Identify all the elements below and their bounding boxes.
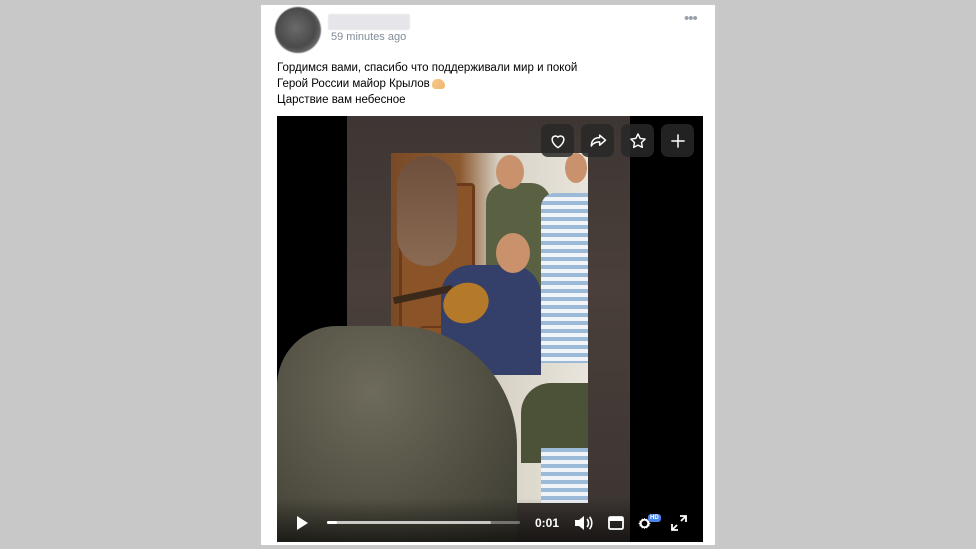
more-options-icon[interactable]: •••	[684, 11, 698, 26]
volume-icon[interactable]	[574, 515, 594, 531]
soldier-head-right	[565, 153, 587, 183]
share-icon	[590, 133, 606, 147]
add-button[interactable]	[661, 124, 694, 157]
share-button[interactable]	[581, 124, 614, 157]
officer-head	[496, 233, 530, 273]
avatar[interactable]	[275, 7, 321, 53]
hd-badge: HD	[648, 514, 661, 522]
star-icon	[629, 132, 646, 148]
progress-played	[327, 521, 337, 524]
fullscreen-icon[interactable]	[671, 515, 687, 531]
progress-bar[interactable]	[327, 521, 520, 524]
post-time[interactable]: 59 minutes ago	[331, 31, 406, 43]
post-text-line-1: Гордимся вами, спасибо что поддерживали …	[277, 62, 578, 74]
flexed-biceps-icon	[431, 78, 445, 89]
video-player[interactable]: 0:01 HD	[277, 116, 703, 542]
post-text-line-2-label: Герой России майор Крылов	[277, 78, 430, 90]
like-button[interactable]	[541, 124, 574, 157]
play-icon[interactable]	[295, 515, 309, 531]
post-text-line-3: Царствие вам небесное	[277, 94, 406, 106]
soldier-striped-bottom	[541, 448, 588, 503]
soldier-head	[496, 155, 524, 189]
post-text-line-2: Герой России майор Крылов	[277, 77, 445, 92]
plus-icon	[670, 133, 685, 148]
foreground-head	[397, 156, 457, 266]
progress-buffered	[327, 521, 492, 524]
author-name-redacted[interactable]	[328, 14, 410, 30]
miniplayer-icon[interactable]	[608, 515, 624, 531]
soldier-striped-shirt	[541, 193, 588, 363]
heart-icon	[550, 134, 565, 149]
timecode: 0:01	[535, 516, 560, 530]
favorite-button[interactable]	[621, 124, 654, 157]
